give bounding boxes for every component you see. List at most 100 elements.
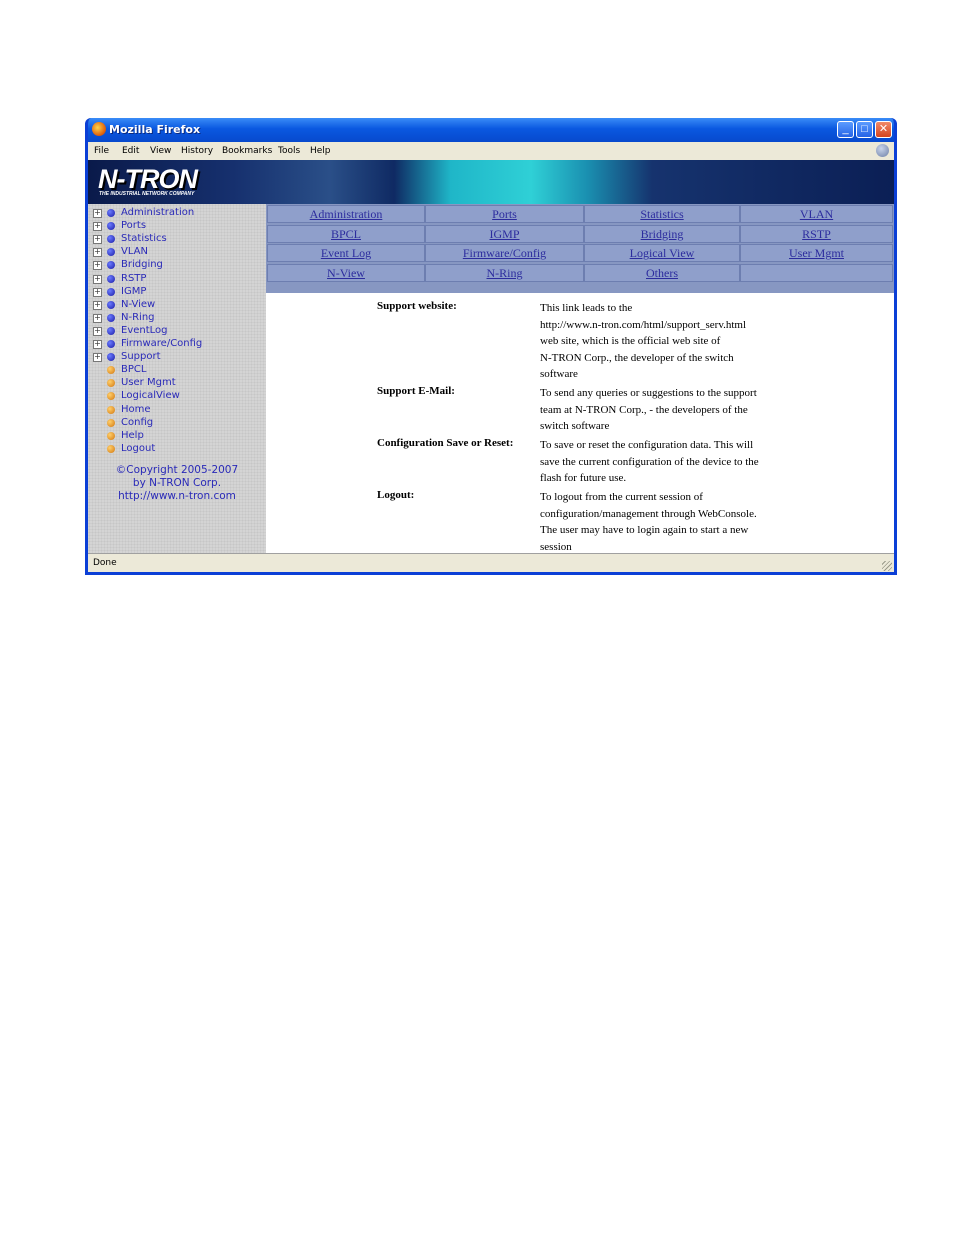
menu-file[interactable]: File: [94, 146, 109, 156]
maximize-icon[interactable]: □: [856, 121, 873, 138]
browser-window: Mozilla Firefox _ □ ✕ File Edit View His…: [85, 118, 897, 575]
expand-plus-icon[interactable]: +: [93, 326, 102, 336]
nav-grid-link[interactable]: Logical View: [630, 246, 695, 260]
blue-bullet-icon: [107, 353, 115, 362]
help-entry-line: team at N-TRON Corp., - the developers o…: [540, 403, 748, 416]
ntron-banner: N-TRON THE INDUSTRIAL NETWORK COMPANY: [88, 160, 894, 204]
nav-grid-cell: Logical View: [584, 244, 740, 263]
nav-grid-cell: N-View: [267, 264, 425, 283]
sidebar-item-label[interactable]: User Mgmt: [121, 377, 176, 388]
nav-grid-cell: [740, 264, 893, 283]
blue-bullet-icon: [107, 340, 115, 348]
nav-grid-link[interactable]: BPCL: [331, 227, 361, 241]
expand-plus-icon[interactable]: +: [93, 274, 102, 284]
sidebar-item-label[interactable]: LogicalView: [121, 390, 180, 401]
blue-bullet-icon: [107, 300, 115, 309]
nav-grid-cell: Firmware/Config: [425, 244, 584, 263]
sidebar-item-label[interactable]: IGMP: [121, 286, 146, 297]
expand-plus-icon[interactable]: +: [93, 209, 102, 218]
sidebar-item-label[interactable]: EventLog: [121, 325, 168, 336]
main-content: Administration Ports Statistics VLAN BPCL IGM…: [266, 204, 894, 553]
expand-plus-icon[interactable]: +: [93, 261, 102, 271]
nav-grid-link[interactable]: Event Log: [321, 246, 371, 260]
sidebar-item-label[interactable]: Administration: [121, 207, 194, 218]
expand-plus-icon[interactable]: +: [93, 287, 102, 297]
nav-grid-link[interactable]: Bridging: [641, 227, 684, 241]
copyright-line: ©Copyright 2005-2007: [115, 464, 239, 476]
sidebar-item-label[interactable]: VLAN: [121, 246, 148, 257]
title-bar[interactable]: Mozilla Firefox _ □ ✕: [88, 118, 894, 142]
orange-bullet-icon: [107, 418, 115, 427]
help-entry-line: N-TRON Corp., the developer of the switc…: [540, 351, 734, 364]
sidebar-item-label[interactable]: RSTP: [121, 273, 146, 284]
expand-plus-icon[interactable]: +: [93, 340, 102, 349]
expand-plus-icon[interactable]: +: [93, 353, 102, 363]
sidebar-item-label[interactable]: Home: [121, 404, 151, 415]
copyright-line[interactable]: http://www.n-tron.com: [88, 490, 266, 502]
nav-grid-link[interactable]: N-Ring: [487, 266, 523, 280]
nav-grid-link[interactable]: Firmware/Config: [463, 246, 546, 260]
blue-bullet-icon: [107, 313, 115, 322]
menu-help[interactable]: Help: [310, 146, 331, 156]
help-entry-line: To send any queries or suggestions to th…: [540, 387, 757, 399]
help-entry-line: software: [540, 368, 578, 380]
sidebar-item-label[interactable]: Help: [121, 430, 144, 441]
throbber-icon: [876, 144, 889, 157]
sidebar-nav-tree: + Administration + Ports + Statistics + VLAN + Br…: [88, 204, 266, 553]
orange-bullet-icon: [107, 405, 115, 414]
nav-grid-link[interactable]: RSTP: [802, 227, 831, 241]
nav-grid-cell: BPCL: [267, 224, 425, 243]
nav-grid-cell: User Mgmt: [740, 244, 893, 263]
nav-grid-cell: Bridging: [584, 224, 740, 243]
menu-history[interactable]: History: [181, 146, 213, 156]
help-entry-label: Logout:: [377, 489, 415, 501]
help-entry-label: Support website:: [377, 300, 457, 312]
nav-grid-cell: VLAN: [740, 205, 893, 223]
nav-grid-link[interactable]: Administration: [310, 207, 383, 221]
nav-grid-cell: RSTP: [740, 224, 893, 243]
menu-view[interactable]: View: [150, 146, 171, 156]
sidebar-item-label[interactable]: Firmware/Config: [121, 338, 202, 349]
sidebar-item-label[interactable]: Bridging: [121, 259, 163, 270]
menu-tools[interactable]: Tools: [278, 146, 300, 156]
nav-grid-cell: IGMP: [425, 224, 584, 243]
close-icon[interactable]: ✕: [875, 121, 892, 138]
nav-grid-link[interactable]: IGMP: [489, 227, 519, 241]
blue-bullet-icon: [107, 248, 115, 257]
minimize-icon[interactable]: _: [837, 121, 854, 138]
help-entry-line: flash for future use.: [540, 472, 627, 484]
orange-bullet-icon: [107, 366, 115, 375]
resize-grip-icon[interactable]: [882, 561, 892, 571]
help-entry-line: The user may have to login again to star…: [540, 524, 749, 536]
sidebar-item-label[interactable]: Support: [121, 351, 161, 362]
help-entry-label: Support E-Mail:: [377, 385, 455, 397]
nav-grid-link[interactable]: Others: [646, 266, 678, 280]
nav-grid-link[interactable]: Ports: [492, 207, 517, 221]
help-entry-line: switch software: [540, 420, 610, 432]
nav-grid-link[interactable]: VLAN: [800, 207, 833, 221]
sidebar-item-label[interactable]: Config: [121, 417, 153, 428]
nav-grid-cell: Statistics: [584, 205, 740, 223]
sidebar-item-label[interactable]: Statistics: [121, 233, 167, 244]
expand-plus-icon[interactable]: +: [93, 222, 102, 232]
menu-bar: File Edit View History Bookmarks Tools H…: [88, 142, 894, 160]
expand-plus-icon[interactable]: +: [93, 313, 102, 323]
nav-grid-link[interactable]: N-View: [327, 266, 365, 280]
expand-plus-icon[interactable]: +: [93, 248, 102, 258]
help-entry-line: To logout from the current session of: [540, 491, 703, 503]
help-entry-label: Configuration Save or Reset:: [377, 437, 514, 449]
nav-grid-cell: Others: [584, 264, 740, 283]
blue-bullet-icon: [107, 326, 115, 335]
expand-plus-icon[interactable]: +: [93, 300, 102, 310]
nav-grid-link[interactable]: Statistics: [640, 207, 683, 221]
nav-grid-link[interactable]: User Mgmt: [789, 246, 844, 260]
sidebar-item-label[interactable]: Logout: [121, 443, 155, 454]
expand-plus-icon[interactable]: +: [93, 235, 102, 245]
nav-grid-cell: Administration: [267, 205, 425, 223]
sidebar-item-label[interactable]: BPCL: [121, 364, 146, 375]
sidebar-item-label[interactable]: Ports: [121, 220, 146, 231]
sidebar-item-label[interactable]: N-Ring: [121, 312, 155, 323]
menu-bookmarks[interactable]: Bookmarks: [222, 146, 272, 156]
menu-edit[interactable]: Edit: [122, 146, 139, 156]
sidebar-item-label[interactable]: N-View: [121, 299, 155, 310]
